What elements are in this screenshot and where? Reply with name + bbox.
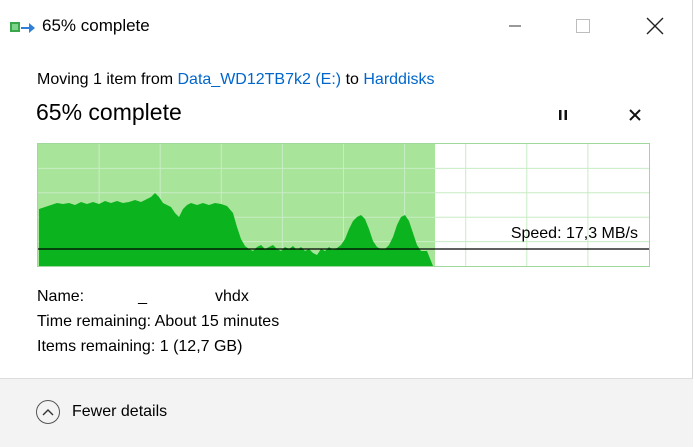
time-remaining-row: Time remaining: About 15 minutes (37, 309, 279, 334)
pause-icon (557, 108, 569, 126)
close-button[interactable] (632, 8, 678, 48)
speed-graph: Speed: 17,3 MB/s (37, 143, 650, 267)
source-link[interactable]: Data_WD12TB7k2 (E:) (178, 71, 342, 88)
pause-button[interactable] (550, 104, 576, 130)
chevron-up-icon (36, 400, 60, 424)
transfer-description: Moving 1 item from Data_WD12TB7k2 (E:) t… (37, 71, 435, 89)
cancel-button[interactable] (622, 104, 648, 130)
items-remaining-value: 1 (12,7 GB) (159, 338, 243, 355)
items-remaining-label: Items remaining: (37, 338, 156, 355)
footer: Fewer details (0, 379, 693, 447)
window-title: 65% complete (42, 16, 150, 35)
file-copy-dialog: 65% complete Moving 1 item from Data_WD1… (0, 0, 693, 447)
name-label: Name: (37, 288, 85, 305)
name-row: Name: _ vhdx (37, 284, 279, 309)
maximize-icon (575, 18, 591, 39)
file-copy-icon (10, 20, 36, 36)
minimize-button[interactable] (492, 8, 538, 48)
fewer-details-button[interactable]: Fewer details (36, 400, 167, 424)
progress-heading: 65% complete (36, 99, 182, 125)
speed-graph-svg (37, 143, 650, 267)
name-extension: vhdx (215, 288, 249, 305)
transfer-details: Name: _ vhdx Time remaining: About 15 minu… (37, 284, 279, 359)
time-remaining-label: Time remaining: (37, 313, 152, 330)
maximize-button[interactable] (560, 8, 606, 48)
moving-prefix: Moving 1 item from (37, 71, 174, 88)
moving-connector: to (345, 71, 359, 88)
name-value: _ (138, 288, 148, 305)
time-remaining-value: About 15 minutes (154, 313, 280, 330)
items-remaining-row: Items remaining: 1 (12,7 GB) (37, 334, 279, 359)
minimize-icon (508, 19, 522, 38)
close-icon (646, 17, 664, 40)
destination-link[interactable]: Harddisks (363, 71, 434, 88)
title-bar: 65% complete (0, 0, 693, 56)
cancel-icon (629, 108, 641, 126)
fewer-details-label: Fewer details (72, 403, 168, 420)
speed-label: Speed: 17,3 MB/s (510, 225, 638, 242)
